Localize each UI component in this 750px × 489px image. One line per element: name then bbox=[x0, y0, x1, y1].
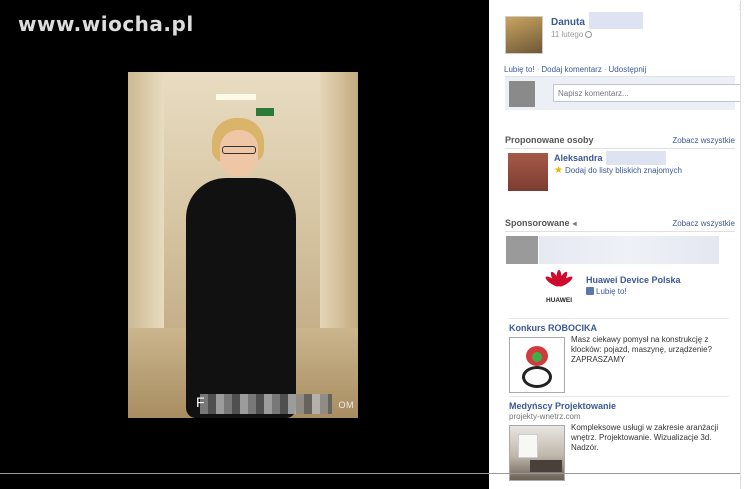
star-icon: ★ bbox=[554, 165, 563, 176]
redacted-surname bbox=[589, 12, 643, 29]
action-separator: · bbox=[603, 65, 607, 74]
scrollbar-track[interactable] bbox=[740, 0, 750, 489]
post-date[interactable]: 11 lutego bbox=[551, 30, 593, 39]
suggested-title: Proponowane osoby bbox=[505, 135, 594, 145]
robot-green-shape bbox=[532, 352, 542, 362]
main-photo[interactable]: F OM bbox=[128, 72, 358, 418]
room-sofa bbox=[530, 460, 562, 472]
huawei-logo[interactable]: HUAWEI bbox=[541, 268, 577, 304]
share-link[interactable]: Udostępnij bbox=[609, 65, 647, 74]
site-watermark: www.wiocha.pl bbox=[18, 12, 194, 36]
post-date-text: 11 lutego bbox=[551, 30, 584, 39]
action-separator: · bbox=[536, 65, 540, 74]
add-close-friend-label: Dodaj do listy bliskich znajomych bbox=[564, 166, 682, 175]
comment-box bbox=[505, 76, 748, 110]
ad-robocik[interactable]: Konkurs ROBOCIKA Masz ciekawy pomysł na … bbox=[509, 318, 729, 394]
ad-medynscy[interactable]: Medyńscy Projektowanie projekty-wnetrz.c… bbox=[509, 396, 729, 481]
like-link[interactable]: Lubię to! bbox=[504, 65, 535, 74]
ad-robocik-title[interactable]: Konkurs ROBOCIKA bbox=[509, 323, 597, 333]
ad-robocik-image[interactable] bbox=[509, 337, 565, 393]
thumbs-up-icon bbox=[586, 287, 594, 295]
ad-medynscy-text: Kompleksowe usługi w zakresie aranżacji … bbox=[571, 423, 719, 452]
suggested-person-avatar[interactable] bbox=[508, 153, 548, 191]
redacted-sponsored-ad bbox=[539, 236, 719, 264]
photo-credit-start: F bbox=[196, 394, 205, 410]
sponsored-header: Sponsorowane ◂ Zobacz wszystkie bbox=[505, 216, 735, 232]
sponsored-title-text: Sponsorowane bbox=[505, 218, 570, 228]
huawei-logo-text: HUAWEI bbox=[546, 297, 572, 304]
sponsored-ad-image[interactable] bbox=[506, 236, 538, 264]
photo-exit-sign bbox=[256, 108, 274, 116]
photo-credit-end: OM bbox=[338, 400, 354, 410]
robot-wheel-shape bbox=[522, 366, 552, 388]
author-avatar[interactable] bbox=[505, 16, 543, 54]
sponsored-see-all-link[interactable]: Zobacz wszystkie bbox=[672, 219, 735, 228]
bottom-divider bbox=[0, 473, 740, 474]
huawei-like-label: Lubię to! bbox=[596, 287, 627, 296]
huawei-like-button[interactable]: Lubię to! bbox=[586, 287, 627, 296]
globe-icon bbox=[585, 31, 593, 38]
ad-robocik-text: Masz ciekawy pomysł na konstrukcję z klo… bbox=[571, 335, 712, 364]
side-panel: × Danuta 11 lutego Lubię to!·Dodaj komen… bbox=[489, 0, 750, 489]
person-glasses bbox=[222, 146, 256, 154]
comment-input[interactable] bbox=[553, 84, 748, 102]
photo-person bbox=[178, 118, 302, 418]
ad-medynscy-title[interactable]: Medyńscy Projektowanie bbox=[509, 401, 616, 411]
suggested-header: Proponowane osoby Zobacz wszystkie bbox=[505, 133, 735, 149]
ad-medynscy-domain: projekty-wnetrz.com bbox=[509, 412, 581, 421]
author-name[interactable]: Danuta bbox=[551, 17, 585, 28]
photo-ceiling-light bbox=[216, 94, 256, 100]
post-actions: Lubię to! · Dodaj komentarz · Udostępnij bbox=[504, 65, 646, 74]
viewer-avatar bbox=[509, 81, 535, 107]
redacted-suggested-surname bbox=[606, 151, 666, 165]
person-body bbox=[186, 178, 296, 418]
room-window bbox=[518, 434, 538, 458]
photo-viewer: www.wiocha.pl F OM bbox=[0, 0, 489, 489]
comment-link[interactable]: Dodaj komentarz bbox=[541, 65, 601, 74]
blurred-credit bbox=[200, 394, 332, 414]
suggested-person-name[interactable]: Aleksandra bbox=[554, 153, 603, 163]
add-close-friend-link[interactable]: ★ Dodaj do listy bliskich znajomych bbox=[554, 165, 682, 176]
huawei-page-name[interactable]: Huawei Device Polska bbox=[586, 275, 681, 285]
megaphone-icon: ◂ bbox=[572, 219, 577, 228]
suggested-see-all-link[interactable]: Zobacz wszystkie bbox=[672, 136, 735, 145]
sponsored-title: Sponsorowane ◂ bbox=[505, 218, 577, 228]
